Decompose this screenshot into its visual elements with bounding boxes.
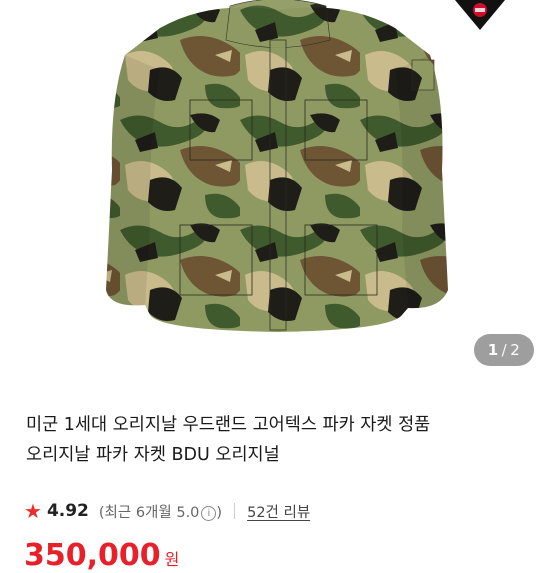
rating-detail-prefix: (최근 6개월 5.0 bbox=[98, 504, 200, 521]
product-title-line-2: 오리지날 파카 자켓 BDU 오리지널 bbox=[26, 445, 280, 465]
product-image-area[interactable]: 1 / 2 bbox=[0, 0, 555, 385]
rating-detail: (최근 6개월 5.0 i) bbox=[99, 501, 222, 522]
image-page-indicator: 1 / 2 bbox=[474, 334, 534, 366]
star-icon: ★ bbox=[24, 499, 42, 523]
product-title: 미군 1세대 오리지날 우드랜드 고어텍스 파카 자켓 정품 오리지날 파카 자… bbox=[26, 410, 536, 470]
current-page: 1 bbox=[487, 341, 499, 359]
gore-tex-logo-icon bbox=[455, 0, 505, 30]
product-image bbox=[106, 0, 448, 333]
info-icon[interactable]: i bbox=[201, 505, 217, 521]
reviews-link[interactable]: 52건 리뷰 bbox=[247, 501, 310, 522]
total-pages: 2 bbox=[510, 341, 521, 359]
rating-score: 4.92 bbox=[46, 501, 89, 521]
price-value: 350,000 bbox=[24, 538, 161, 573]
page-separator: / bbox=[501, 341, 508, 359]
price-row: 350,000 원 bbox=[24, 538, 180, 573]
rating-row: ★ 4.92 (최근 6개월 5.0 i) 52건 리뷰 bbox=[24, 496, 310, 526]
price-unit: 원 bbox=[164, 550, 180, 569]
rating-detail-suffix: ) bbox=[216, 504, 223, 521]
divider bbox=[234, 503, 236, 519]
product-title-line-1: 미군 1세대 오리지날 우드랜드 고어텍스 파카 자켓 정품 bbox=[26, 415, 431, 435]
